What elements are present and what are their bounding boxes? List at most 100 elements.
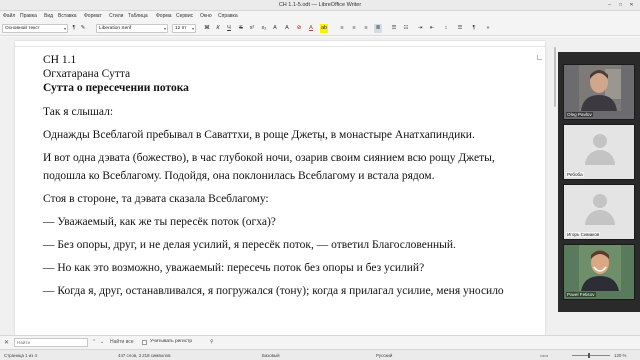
title-bar: СН 1.1-5.odt — LibreOffice Writer – □ ✕ [0, 0, 640, 11]
maximize-icon[interactable]: □ [617, 2, 624, 9]
doc-heading-line: Огхатарана Сутта [43, 68, 131, 80]
menu-styles[interactable]: Стили [109, 13, 123, 19]
avatar-placeholder-icon [593, 134, 607, 148]
participant-name: Oleg Pavlov [566, 112, 593, 117]
menu-bar: Файл Правка Вид Вставка Формат Стили Таб… [0, 11, 640, 22]
chevron-down-icon: ▾ [163, 26, 166, 31]
participant-video [579, 65, 621, 111]
strikethrough-icon[interactable]: S [237, 24, 245, 33]
menu-tools[interactable]: Сервис [176, 13, 193, 19]
doc-heading-line: СН 1.1 [43, 54, 77, 66]
underline-icon[interactable]: Ч [225, 24, 233, 33]
participant-video [579, 245, 621, 291]
line-spacing-icon[interactable]: ☰ [456, 24, 464, 33]
participant-tile[interactable]: Oleg Pavlov [563, 64, 635, 120]
find-previous-icon[interactable]: ⌃ [92, 339, 96, 345]
window-title: СН 1.1-5.odt — LibreOffice Writer [278, 2, 362, 8]
match-case-checkbox[interactable] [142, 340, 147, 345]
superscript-icon[interactable]: x² [248, 24, 256, 33]
match-case-label: Учитывать регистр [150, 339, 192, 344]
mouse-pointer-icon: I [320, 136, 322, 143]
menu-form[interactable]: Форма [156, 13, 172, 19]
justify-icon[interactable]: ≣ [374, 24, 382, 33]
menu-edit[interactable]: Правка [20, 13, 37, 19]
close-icon[interactable]: ✕ [628, 2, 635, 9]
clear-formatting-icon[interactable]: ⊘ [295, 24, 303, 33]
new-style-icon[interactable]: ✎ [79, 24, 87, 33]
formatting-toolbar: Основной текст ▾ ¶ ✎ Liberation Serif ▾ … [0, 22, 640, 36]
menu-format[interactable]: Формат [84, 13, 102, 19]
decrease-indent-icon[interactable]: ⇤ [428, 24, 436, 33]
chevron-down-icon: ▾ [191, 26, 194, 31]
zoom-level[interactable]: 120 % [614, 353, 626, 358]
paragraph-spacing-icon[interactable]: ↕ [442, 24, 450, 33]
document-body[interactable]: СН 1.1 Огхатарана Сутта Сутта о пересече… [43, 53, 528, 298]
avatar-placeholder-icon [585, 150, 615, 165]
chevron-down-icon: ▾ [63, 26, 66, 31]
italic-icon[interactable]: К [214, 24, 222, 33]
menu-window[interactable]: Окно [200, 13, 212, 19]
participant-name: Pavel Fetisov [566, 292, 596, 297]
status-bar: Страница 1 из 4 447 слов, 3 218 символов… [0, 349, 640, 360]
paragraph-style-value: Основной текст [5, 26, 40, 31]
font-name-select[interactable]: Liberation Serif ▾ [96, 24, 168, 33]
shadow-icon[interactable]: A [271, 24, 279, 33]
participants-panel: Oleg Pavlov Ребоба Игорь Симаков Pavel F… [558, 52, 640, 312]
zoom-slider[interactable] [572, 355, 610, 356]
page-style[interactable]: Базовый [262, 353, 280, 358]
close-find-bar-icon[interactable]: ✕ [4, 339, 9, 346]
avatar-placeholder-icon [585, 210, 615, 225]
align-right-icon[interactable]: ≡ [362, 24, 370, 33]
increase-indent-icon[interactable]: ⇥ [416, 24, 424, 33]
find-and-replace-icon[interactable]: ⚲ [210, 339, 214, 345]
bold-icon[interactable]: Ж [203, 24, 211, 33]
menu-file[interactable]: Файл [3, 13, 15, 19]
doc-paragraph: — Когда я, друг, останавливался, я погру… [43, 285, 504, 297]
numbered-list-icon[interactable]: ☷ [402, 24, 410, 33]
doc-paragraph: — Но как это возможно, уважаемый: пересе… [43, 262, 425, 274]
font-size-value: 12 пт [175, 26, 187, 31]
paragraph-style-select[interactable]: Основной текст ▾ [2, 24, 68, 33]
highlight-color-icon[interactable]: ab [320, 24, 328, 33]
doc-paragraph: Стоя в стороне, та дэвата сказала Всебла… [43, 193, 269, 205]
menu-insert[interactable]: Вставка [58, 13, 77, 19]
doc-paragraph: Однажды Всеблагой пребывал в Саваттхи, в… [43, 129, 475, 141]
participant-tile[interactable]: Ребоба [563, 124, 635, 180]
scrollbar-thumb[interactable] [554, 47, 556, 107]
menu-table[interactable]: Таблица [128, 13, 148, 19]
text-language[interactable]: Русский [376, 353, 392, 358]
font-size-select[interactable]: 12 пт ▾ [172, 24, 196, 33]
font-name-value: Liberation Serif [99, 26, 132, 31]
menu-help[interactable]: Справка [218, 13, 238, 19]
bulleted-list-icon[interactable]: ☰ [390, 24, 398, 33]
doc-heading-line: Сутта о пересечении потока [43, 82, 189, 94]
participant-name: Игорь Симаков [566, 232, 601, 237]
participant-tile[interactable]: Игорь Симаков [563, 184, 635, 240]
find-next-icon[interactable]: ⌄ [100, 339, 104, 345]
doc-paragraph: — Уважаемый, как же ты пересёк поток (ог… [43, 216, 276, 228]
find-input[interactable] [14, 338, 88, 347]
set-paragraph-style-icon[interactable]: ¶ [470, 24, 478, 33]
doc-paragraph: Так я слышал: [43, 106, 114, 118]
update-style-icon[interactable]: ¶ [70, 24, 78, 33]
more-options-icon[interactable]: » [484, 24, 492, 33]
zoom-slider-handle[interactable] [588, 353, 590, 358]
horizontal-ruler [15, 41, 545, 47]
doc-paragraph: И вот одна дэвата (божество), в час глуб… [43, 152, 495, 164]
word-count[interactable]: 447 слов, 3 218 символов [118, 353, 170, 358]
font-color-icon[interactable]: A [307, 24, 315, 33]
align-left-icon[interactable]: ≡ [338, 24, 346, 33]
doc-paragraph-line: подошла ко Всеблагому. Подойдя, она покл… [43, 170, 435, 182]
menu-view[interactable]: Вид [44, 13, 53, 19]
participant-name: Ребоба [566, 172, 584, 177]
outline-icon[interactable]: A [283, 24, 291, 33]
align-center-icon[interactable]: ≡ [350, 24, 358, 33]
avatar-placeholder-icon [593, 194, 607, 208]
find-toolbar: ✕ ⌃ ⌄ Найти все Учитывать регистр ⚲ [0, 335, 640, 349]
subscript-icon[interactable]: x₂ [260, 24, 268, 33]
participant-tile[interactable]: Pavel Fetisov [563, 244, 635, 300]
minimize-icon[interactable]: – [606, 2, 613, 9]
view-layout-icon[interactable]: ▭▭ [540, 353, 548, 359]
find-all-button[interactable]: Найти все [110, 339, 134, 345]
page-count[interactable]: Страница 1 из 4 [4, 353, 37, 358]
